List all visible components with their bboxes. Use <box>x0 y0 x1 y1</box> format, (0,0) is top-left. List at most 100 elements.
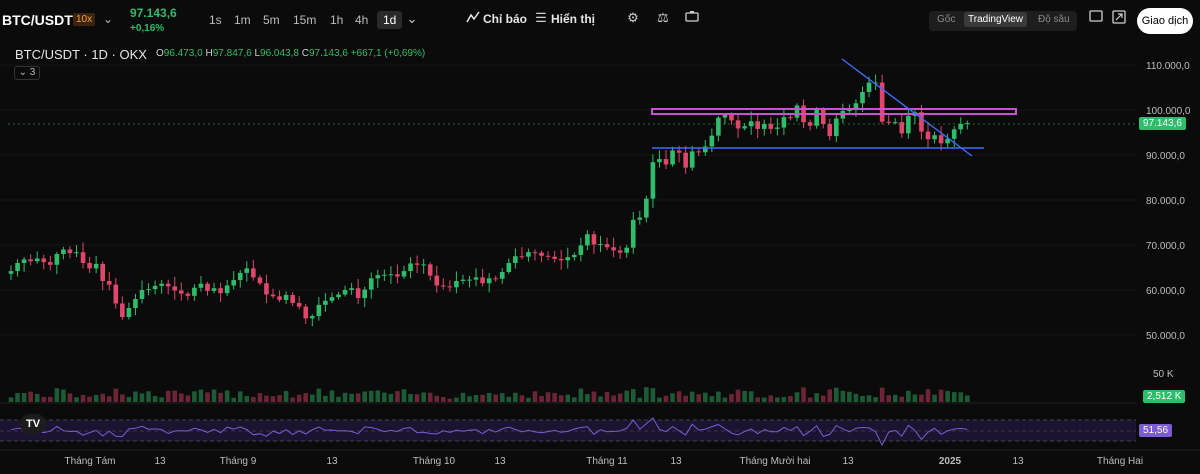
candle-body <box>683 152 688 168</box>
volume-bar <box>277 395 282 402</box>
volume-bar <box>21 393 27 402</box>
y-tick-label: 70.000,0 <box>1146 241 1185 252</box>
volume-bar <box>218 392 223 402</box>
volume-bar <box>133 391 138 402</box>
volume-bar <box>185 395 191 402</box>
candle-body <box>100 263 105 281</box>
resistance-zone <box>651 108 1017 115</box>
volume-bar <box>257 393 263 402</box>
volume-bar <box>644 387 649 402</box>
candle-body <box>427 264 433 276</box>
volume-bar <box>860 395 865 402</box>
candle-body <box>133 299 138 308</box>
volume-bar <box>303 393 309 402</box>
volume-bar <box>879 387 885 402</box>
volume-bar <box>395 391 400 402</box>
candle-body <box>414 263 420 265</box>
volume-tag: 2,512 K <box>1143 390 1186 403</box>
indicator-collapse-button[interactable]: ⌄ 3 <box>14 66 40 80</box>
volume-bar <box>237 391 243 402</box>
candle-body <box>290 294 295 304</box>
candle-body <box>919 112 924 132</box>
candle-body <box>670 150 675 165</box>
close-label: C <box>301 48 309 59</box>
candle-body <box>139 290 145 299</box>
high-value: 97.847,6 <box>212 48 252 59</box>
volume-bar <box>382 392 387 402</box>
volume-bar <box>572 397 577 402</box>
volume-bar <box>74 397 79 402</box>
volume-bar <box>539 395 544 402</box>
candle-body <box>591 234 597 245</box>
candle-body <box>827 123 833 137</box>
candle-body <box>441 285 446 287</box>
volume-bar <box>362 391 367 402</box>
volume-bar <box>54 388 60 402</box>
volume-bar <box>375 390 381 402</box>
volume-bar <box>945 391 950 402</box>
candle-body <box>545 255 551 257</box>
candle-body <box>958 123 964 130</box>
volume-bar <box>965 395 970 402</box>
candle-body <box>709 135 715 147</box>
volume-bar <box>847 391 852 402</box>
candle-body <box>938 135 944 144</box>
candle-body <box>585 234 590 246</box>
volume-bar <box>735 389 741 402</box>
candle-body <box>657 159 662 163</box>
y-tick-label: 80.000,0 <box>1146 196 1185 207</box>
candle-body <box>604 244 610 248</box>
volume-bar <box>604 392 610 402</box>
volume-bar <box>657 397 662 402</box>
candle-body <box>237 272 243 281</box>
volume-bar <box>152 396 158 402</box>
volume-bar <box>761 397 767 402</box>
candle-body <box>152 285 158 290</box>
candle-body <box>552 256 557 259</box>
chart-legend: BTC/USDT · 1D · OKX <box>15 47 147 62</box>
volume-bar <box>467 396 472 402</box>
candle-body <box>761 123 767 129</box>
volume-bar <box>408 394 413 402</box>
volume-bar <box>899 396 905 402</box>
volume-bar <box>447 398 453 402</box>
candle-body <box>630 219 636 248</box>
candle-body <box>454 281 459 288</box>
volume-bar <box>80 394 86 402</box>
volume-bar <box>748 391 754 402</box>
volume-bar <box>106 396 112 402</box>
volume-bar <box>722 397 728 402</box>
candle-body <box>794 105 800 118</box>
open-label: O <box>156 48 164 59</box>
candle-body <box>264 283 269 295</box>
volume-bar <box>565 394 571 402</box>
candle-body <box>185 293 191 296</box>
x-tick-label: Tháng 9 <box>220 456 257 467</box>
volume-bar <box>61 389 66 402</box>
candle-body <box>224 285 230 294</box>
volume-bar <box>355 393 361 402</box>
y-tick-label: 90.000,0 <box>1146 151 1185 162</box>
candle-body <box>113 284 119 304</box>
volume-bar <box>165 390 171 402</box>
volume-bar <box>598 396 603 402</box>
candle-body <box>277 296 282 300</box>
candle-body <box>755 121 760 129</box>
volume-bar <box>827 389 833 402</box>
rsi-band <box>0 420 1136 441</box>
price-chart[interactable]: 110.000,0 100.000,0 90.000,0 80.000,0 70.000… <box>0 0 1200 474</box>
candle-body <box>473 277 479 280</box>
volume-bar <box>15 392 20 402</box>
candle-body <box>355 288 361 299</box>
volume-bar <box>28 391 33 402</box>
volume-bar <box>932 394 937 402</box>
volume-bar <box>205 392 210 402</box>
candle-body <box>15 263 20 272</box>
volume-bar <box>951 392 957 402</box>
volume-bar <box>703 392 708 402</box>
legend-symbol: BTC/USDT · 1D · OKX <box>15 47 147 62</box>
candle-body <box>716 117 721 136</box>
volume-bar <box>244 396 250 402</box>
candle-body <box>526 252 531 257</box>
candle-body <box>172 286 178 291</box>
